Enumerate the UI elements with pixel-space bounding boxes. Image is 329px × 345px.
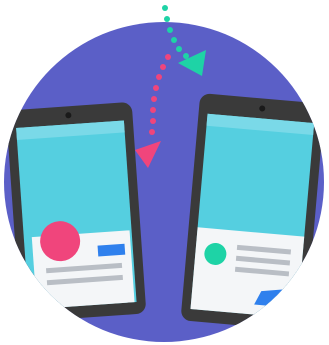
left-phone	[6, 102, 146, 322]
right-phone	[181, 93, 324, 331]
sync-illustration	[0, 0, 329, 345]
left-phone-chip	[97, 243, 126, 257]
illustration-svg	[4, 5, 324, 342]
